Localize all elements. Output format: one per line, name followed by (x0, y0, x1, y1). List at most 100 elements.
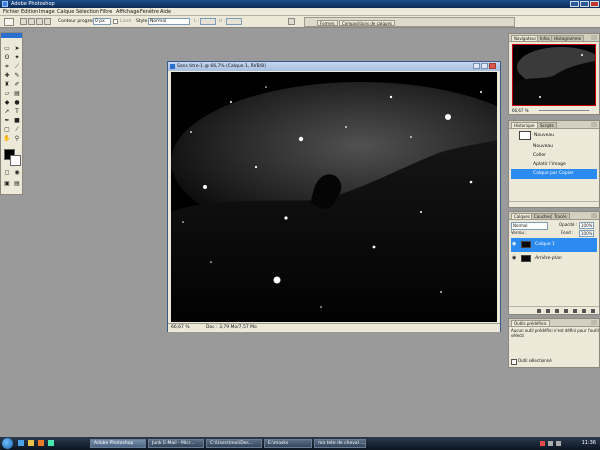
rect-marquee-tool-icon[interactable]: ▭ (3, 45, 11, 53)
adjustment-layer-icon[interactable] (564, 309, 568, 313)
tab-calques[interactable]: Calques (511, 213, 533, 219)
zoom-field[interactable]: 66,67 % (171, 324, 190, 332)
magic-wand-tool-icon[interactable]: ✦ (13, 54, 21, 62)
eyedropper-tool-icon[interactable]: ⁄ (13, 126, 21, 134)
dodge-tool-icon[interactable]: ● (13, 99, 21, 107)
standard-mode-icon[interactable]: ◻ (3, 169, 11, 177)
navigator-zoom[interactable]: 66,67 % (512, 108, 529, 113)
snapshot-thumbnail[interactable] (519, 131, 531, 140)
image-canvas[interactable] (171, 72, 497, 322)
tab-outils-predefinis[interactable]: Outils prédéfinis (511, 320, 550, 326)
clone-stamp-tool-icon[interactable]: ♜ (3, 81, 11, 89)
blur-tool-icon[interactable]: ◆ (3, 99, 11, 107)
refine-edge-icon[interactable] (288, 18, 295, 25)
taskbar-button-explorer[interactable]: C:\Users\moi\Des... (206, 439, 262, 448)
taskbar-button-photoshop[interactable]: Adobe Photoshop (90, 439, 146, 448)
layer-row-selected[interactable]: ◉ Calque 1 (511, 238, 597, 252)
notes-tool-icon[interactable]: ▢ (3, 126, 11, 134)
type-tool-icon[interactable]: T (13, 108, 21, 116)
brush-tool-icon[interactable]: ✎ (13, 72, 21, 80)
layer-name[interactable]: Arrière-plan (535, 252, 562, 266)
layer-row[interactable]: ◉ Arrière-plan (511, 252, 597, 266)
blend-mode-select[interactable]: Normal (511, 222, 548, 230)
doc-minimize-button[interactable] (473, 63, 480, 69)
intersect-selection-icon[interactable] (44, 18, 51, 25)
taskbar-button-mail[interactable]: Junk E-Mail - Micr... (148, 439, 204, 448)
maximize-button[interactable] (580, 1, 589, 7)
tab-navigateur[interactable]: Navigateur (511, 35, 540, 41)
toolbox-header[interactable] (1, 33, 22, 38)
menu-fenetre[interactable]: Fenêtre (140, 9, 159, 15)
menu-aide[interactable]: Aide (160, 9, 171, 15)
width-input[interactable] (200, 18, 216, 25)
snapshot-label[interactable]: Nouveau (534, 133, 554, 138)
slice-tool-icon[interactable]: ⟋ (13, 63, 21, 71)
menu-edition[interactable]: Edition (21, 9, 38, 15)
clock[interactable]: 11:36 (582, 439, 596, 448)
history-item-selected[interactable]: Calque par Copier (511, 169, 597, 179)
volume-icon[interactable] (556, 441, 561, 446)
menu-image[interactable]: Image (39, 9, 55, 15)
lisse-checkbox[interactable] (113, 19, 118, 24)
layer-name[interactable]: Calque 1 (535, 238, 555, 252)
subtract-selection-icon[interactable] (36, 18, 43, 25)
start-button[interactable] (2, 438, 13, 449)
tab-historique[interactable]: Historique (511, 122, 538, 128)
network-icon[interactable] (548, 441, 553, 446)
menu-selection[interactable]: Sélection (76, 9, 99, 15)
history-brush-tool-icon[interactable]: ✐ (13, 81, 21, 89)
menu-calque[interactable]: Calque (57, 9, 74, 15)
panel-menu-icon[interactable] (591, 35, 597, 40)
document-title-bar[interactable]: Sans titre-1 @ 66,7% (Calque 1, RVB/8) (168, 62, 500, 71)
tab-scripts[interactable]: Scripts (537, 122, 557, 128)
layer-style-icon[interactable] (546, 309, 550, 313)
zoom-tool-icon[interactable]: ⚲ (13, 135, 21, 143)
new-selection-icon[interactable] (20, 18, 27, 25)
gradient-tool-icon[interactable]: ▤ (13, 90, 21, 98)
feather-input[interactable]: 0 px (93, 18, 111, 25)
well-tab-formes[interactable]: Formes (317, 20, 338, 26)
healing-brush-tool-icon[interactable]: ✚ (3, 72, 11, 80)
eraser-tool-icon[interactable]: ▱ (3, 90, 11, 98)
background-color-swatch[interactable] (10, 155, 21, 166)
tab-histogramme[interactable]: Histogramme (551, 35, 585, 41)
panel-menu-icon[interactable] (591, 122, 597, 127)
navigator-zoom-slider[interactable] (539, 110, 589, 111)
marquee-tool-preset-icon[interactable] (4, 18, 14, 26)
menu-filtre[interactable]: Filtre (100, 9, 112, 15)
path-selection-tool-icon[interactable]: ➚ (3, 108, 11, 116)
doc-close-button[interactable] (489, 63, 496, 69)
crop-tool-icon[interactable]: ⌗ (3, 63, 11, 71)
selected-tool-checkbox[interactable] (511, 359, 517, 365)
visibility-eye-icon[interactable]: ◉ (512, 242, 517, 247)
new-group-icon[interactable] (573, 309, 577, 313)
doc-maximize-button[interactable] (481, 63, 488, 69)
opacity-input[interactable]: 100% (579, 222, 595, 229)
visibility-eye-icon[interactable]: ◉ (512, 256, 517, 261)
height-input[interactable] (226, 18, 242, 25)
trash-icon[interactable] (591, 309, 595, 313)
taskbar-button-document[interactable]: ma tete de cheval ... (314, 439, 366, 448)
screen-mode-full-icon[interactable]: ▤ (13, 180, 21, 188)
add-selection-icon[interactable] (28, 18, 35, 25)
hand-tool-icon[interactable]: ✋ (3, 135, 11, 143)
link-layers-icon[interactable] (537, 309, 541, 313)
close-button[interactable] (590, 1, 599, 7)
menu-affichage[interactable]: Affichage (116, 9, 140, 15)
navigator-thumbnail[interactable] (512, 44, 600, 106)
explorer-icon[interactable] (28, 440, 34, 446)
pen-tool-icon[interactable]: ✒ (3, 117, 11, 125)
minimize-button[interactable] (570, 1, 579, 7)
lasso-tool-icon[interactable]: ʘ (3, 54, 11, 62)
quickmask-mode-icon[interactable]: ◉ (13, 169, 21, 177)
show-desktop-icon[interactable] (18, 440, 24, 446)
style-select[interactable]: Normal (148, 18, 190, 25)
new-layer-icon[interactable] (582, 309, 586, 313)
well-tab-compositions[interactable]: Compositions de calques (339, 20, 395, 26)
fill-input[interactable]: 100% (579, 230, 595, 237)
screen-mode-standard-icon[interactable]: ▣ (3, 180, 11, 188)
doc-size-info[interactable]: Doc : 3,79 Mo/7,57 Mo (206, 324, 257, 332)
shape-tool-icon[interactable]: ■ (13, 117, 21, 125)
firefox-icon[interactable] (38, 440, 44, 446)
menu-fichier[interactable]: Fichier (3, 9, 19, 15)
